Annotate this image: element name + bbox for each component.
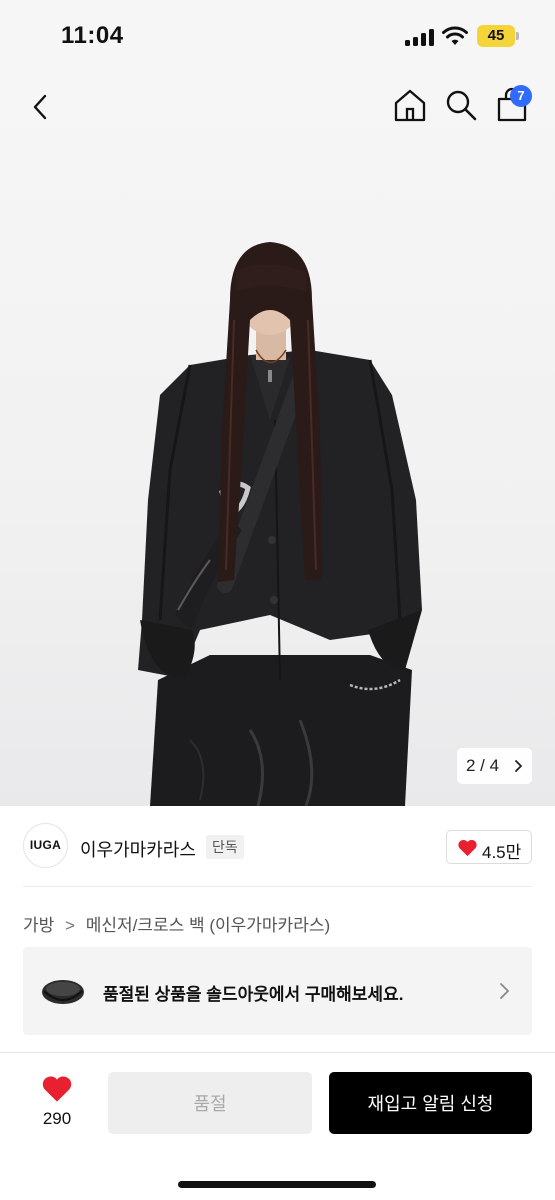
bag-thumbnail (42, 980, 84, 1004)
image-pager[interactable]: 2 / 4 (457, 748, 532, 784)
wifi-icon (442, 26, 468, 45)
exclusive-badge: 단독 (206, 835, 244, 859)
brand-row: IUGA 이우가마카라스 단독 4.5만 (0, 806, 555, 886)
status-bar: 11:04 45 (0, 0, 555, 70)
brand-name-link[interactable]: 이우가마카라스 (80, 836, 196, 862)
search-icon[interactable] (443, 87, 479, 123)
heart-icon (42, 1076, 72, 1102)
bottom-bar-divider (0, 1052, 555, 1053)
image-pager-text: 2 / 4 (466, 756, 500, 775)
brand-like-button[interactable]: 4.5만 (446, 830, 532, 864)
breadcrumb-category[interactable]: 가방 (23, 916, 54, 935)
cart-count-badge: 7 (510, 85, 532, 107)
restock-alert-button[interactable]: 재입고 알림 신청 (329, 1072, 532, 1134)
chevron-right-icon (500, 983, 509, 999)
product-model-photo (138, 242, 422, 806)
breadcrumb-separator: > (65, 916, 75, 935)
home-icon[interactable] (392, 87, 428, 123)
product-page: 11:04 45 7 2 / 4 IUGA 이우가마카라스 단독 4.5만 가방… (0, 0, 555, 1200)
brand-like-count: 4.5만 (482, 843, 522, 862)
home-indicator[interactable] (178, 1181, 376, 1188)
breadcrumb: 가방 > 메신저/크로스 백 (이우가마카라스) (23, 911, 330, 936)
soldout-button: 품절 (108, 1072, 312, 1134)
chevron-right-icon (515, 760, 522, 772)
cellular-signal-icon (405, 28, 435, 46)
divider (23, 886, 532, 887)
battery-tip (516, 32, 519, 40)
battery-icon: 45 (477, 25, 515, 47)
back-arrow-icon[interactable] (24, 90, 58, 124)
wishlist-button[interactable]: 290 (28, 1073, 86, 1133)
soldout-promo-banner[interactable]: 품절된 상품을 솔드아웃에서 구매해보세요. (23, 947, 532, 1035)
brand-logo[interactable]: IUGA (23, 823, 68, 868)
wishlist-count: 290 (42, 1109, 72, 1128)
soldout-promo-text: 품절된 상품을 솔드아웃에서 구매해보세요. (103, 985, 404, 1004)
heart-icon (458, 839, 477, 857)
breadcrumb-subcategory[interactable]: 메신저/크로스 백 (이우가마카라스) (86, 916, 330, 935)
status-time: 11:04 (61, 22, 124, 49)
product-image-gallery[interactable]: 7 2 / 4 (0, 70, 555, 806)
